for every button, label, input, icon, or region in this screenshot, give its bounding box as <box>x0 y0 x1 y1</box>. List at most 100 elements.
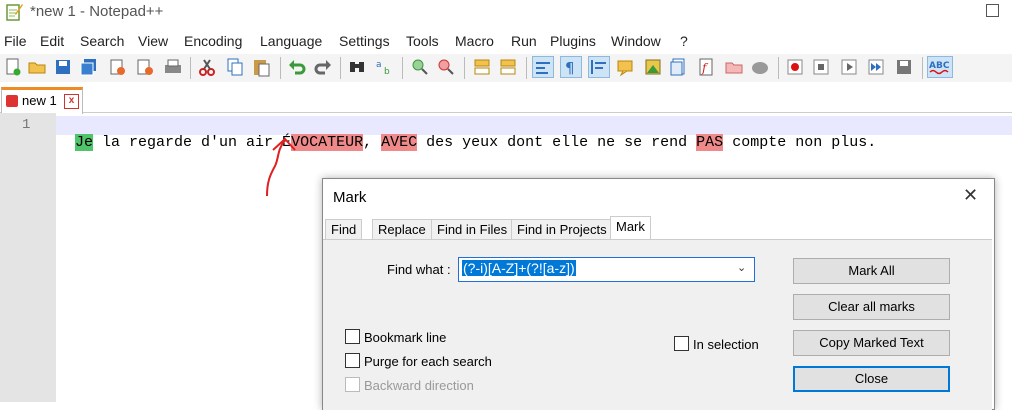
text-segment: , <box>363 134 382 151</box>
save-all-icon[interactable] <box>79 57 99 77</box>
menu-settings[interactable]: Settings <box>339 33 390 49</box>
toolbar-separator <box>402 57 403 79</box>
close-all-icon[interactable] <box>135 57 155 77</box>
sync-horizontal-icon[interactable] <box>498 57 518 77</box>
function-list-icon[interactable]: f <box>697 57 717 77</box>
document-map-icon[interactable] <box>643 57 663 77</box>
tab-label: new 1 <box>22 93 57 108</box>
run-macro-multiple-icon[interactable] <box>866 57 886 77</box>
dialog-close-icon[interactable]: ✕ <box>963 185 978 206</box>
find-what-label: Find what : <box>387 262 451 277</box>
menu-file[interactable]: File <box>4 33 27 49</box>
find-icon[interactable] <box>347 57 367 77</box>
cut-icon[interactable] <box>197 57 217 77</box>
purge-checkbox[interactable] <box>345 353 360 368</box>
folder-as-workspace-icon[interactable] <box>724 57 744 77</box>
save-macro-icon[interactable] <box>894 57 914 77</box>
toolbar-separator <box>526 57 527 79</box>
zoom-in-icon[interactable] <box>410 57 430 77</box>
svg-text:b: b <box>384 67 390 77</box>
svg-text:¶: ¶ <box>565 59 575 77</box>
close-file-icon[interactable] <box>107 57 127 77</box>
redo-icon[interactable] <box>313 57 333 77</box>
open-file-icon[interactable] <box>27 57 47 77</box>
tab-new-1[interactable]: new 1 x <box>1 87 83 114</box>
menu-view[interactable]: View <box>138 33 168 49</box>
tab-mark[interactable]: Mark <box>610 216 651 240</box>
save-icon[interactable] <box>53 57 73 77</box>
text-segment: des yeux dont elle ne se rend <box>417 134 697 151</box>
word-wrap-icon[interactable] <box>532 56 554 78</box>
new-file-icon[interactable] <box>3 57 23 77</box>
in-selection-label: In selection <box>693 337 759 352</box>
backward-direction-label: Backward direction <box>364 378 474 393</box>
text-segment: PAS <box>696 134 724 151</box>
print-icon[interactable] <box>163 57 183 77</box>
svg-text:ABC: ABC <box>929 61 950 71</box>
mark-dialog: Mark ✕ Find Replace Find in Files Find i… <box>322 178 995 410</box>
maximize-button[interactable] <box>986 4 999 17</box>
menu-run[interactable]: Run <box>511 33 537 49</box>
play-macro-icon[interactable] <box>839 57 859 77</box>
purge-option[interactable]: Purge for each search <box>345 353 492 369</box>
tab-find-in-projects[interactable]: Find in Projects <box>511 219 613 240</box>
menu-help[interactable]: ? <box>680 33 688 49</box>
red-arrow-annotation <box>266 137 296 197</box>
copy-icon[interactable] <box>225 57 245 77</box>
paste-icon[interactable] <box>251 57 271 77</box>
toolbar: ab ¶ f ABC <box>0 54 1012 82</box>
tab-close-icon[interactable]: x <box>64 94 79 109</box>
undo-icon[interactable] <box>287 57 307 77</box>
stop-macro-icon[interactable] <box>811 57 831 77</box>
find-what-input[interactable]: (?-i)[A-Z]+(?![a-z]) ⌄ <box>458 257 755 282</box>
menu-macro[interactable]: Macro <box>455 33 494 49</box>
menu-encoding[interactable]: Encoding <box>184 33 242 49</box>
close-button[interactable]: Close <box>793 366 950 392</box>
toolbar-separator <box>464 57 465 79</box>
sync-vertical-icon[interactable] <box>472 57 492 77</box>
tab-find-in-files[interactable]: Find in Files <box>431 219 514 240</box>
mark-all-button[interactable]: Mark All <box>793 258 950 284</box>
spell-check-icon[interactable]: ABC <box>927 56 953 78</box>
toolbar-separator <box>340 57 341 79</box>
menu-language[interactable]: Language <box>260 33 322 49</box>
line-number-gutter <box>0 113 56 402</box>
dialog-title: Mark <box>333 189 367 206</box>
indent-guide-icon[interactable] <box>588 56 610 78</box>
menu-search[interactable]: Search <box>80 33 124 49</box>
in-selection-checkbox[interactable] <box>674 336 689 351</box>
tab-find[interactable]: Find <box>325 219 363 240</box>
text-segment: compte non plus. <box>723 134 877 151</box>
text-segment: Je <box>75 134 94 151</box>
copy-marked-text-button[interactable]: Copy Marked Text <box>793 330 950 356</box>
menu-window[interactable]: Window <box>611 33 661 49</box>
window-title: *new 1 - Notepad++ <box>30 3 164 20</box>
in-selection-option[interactable]: In selection <box>674 336 759 352</box>
menu-edit[interactable]: Edit <box>40 33 64 49</box>
chevron-down-icon[interactable]: ⌄ <box>737 261 746 274</box>
record-macro-icon[interactable] <box>785 57 805 77</box>
backward-direction-option: Backward direction <box>345 377 474 393</box>
toolbar-separator <box>922 57 923 79</box>
editor-text-line[interactable]: Je la regarde d'un air ÉVOCATEUR, AVEC d… <box>57 117 876 151</box>
purge-label: Purge for each search <box>364 354 492 369</box>
document-list-icon[interactable] <box>669 57 689 77</box>
zoom-out-icon[interactable] <box>436 57 456 77</box>
clear-all-marks-button[interactable]: Clear all marks <box>793 294 950 320</box>
show-all-characters-icon[interactable]: ¶ <box>560 56 582 78</box>
bookmark-line-label: Bookmark line <box>364 330 447 345</box>
menu-plugins[interactable]: Plugins <box>550 33 596 49</box>
text-segment: AVEC <box>381 134 418 151</box>
tab-replace[interactable]: Replace <box>372 219 432 240</box>
backward-direction-checkbox <box>345 377 360 392</box>
find-what-value: (?-i)[A-Z]+(?![a-z]) <box>462 260 576 276</box>
bookmark-line-checkbox[interactable] <box>345 329 360 344</box>
replace-icon[interactable]: ab <box>374 57 394 77</box>
menu-tools[interactable]: Tools <box>406 33 439 49</box>
svg-text:a: a <box>376 60 382 70</box>
toolbar-separator <box>190 57 191 79</box>
monitoring-icon[interactable] <box>750 57 770 77</box>
bookmark-line-option[interactable]: Bookmark line <box>345 329 446 345</box>
menu-bar: File Edit Search View Encoding Language … <box>0 30 1012 52</box>
user-defined-language-icon[interactable] <box>615 57 635 77</box>
